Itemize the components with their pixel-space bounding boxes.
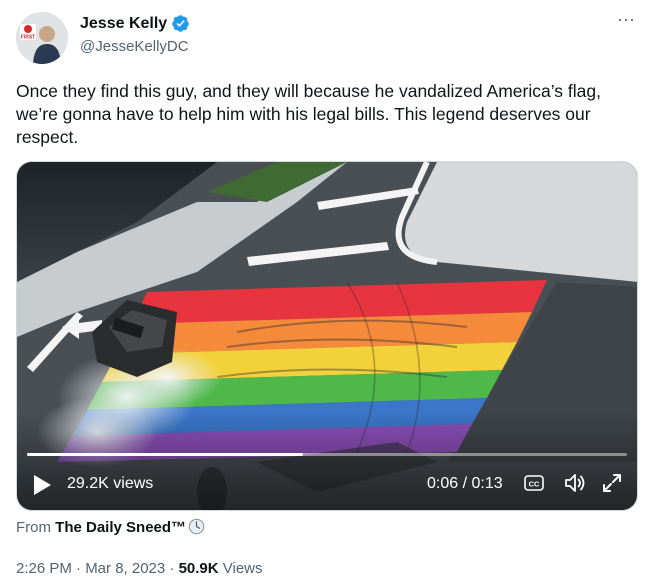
video-view-count: 29.2K views — [67, 475, 154, 492]
captions-label: CC — [529, 480, 540, 489]
more-dots-icon: ··· — [617, 9, 635, 29]
fullscreen-icon[interactable] — [601, 472, 623, 494]
author-handle[interactable]: @JesseKellyDC — [80, 38, 190, 55]
video-player[interactable]: 29.2K views 0:06 / 0:13 CC — [16, 161, 638, 511]
volume-icon[interactable] — [563, 472, 587, 494]
captions-icon[interactable]: CC — [524, 475, 544, 491]
source-prefix: From — [16, 519, 51, 536]
more-options-button[interactable]: ··· — [614, 9, 638, 36]
clock-icon — [188, 518, 205, 535]
author-names: Jesse Kelly @JesseKellyDC — [80, 14, 190, 55]
verified-badge-icon — [172, 15, 189, 32]
play-icon[interactable] — [31, 473, 53, 497]
tweet-view-count: 50.9K — [178, 560, 219, 577]
video-progress-fill — [27, 453, 303, 456]
avatar[interactable]: FIRST — [16, 12, 68, 64]
source-name[interactable]: The Daily Sneed™ — [55, 519, 186, 536]
tweet-text: Once they find this guy, and they will b… — [16, 81, 601, 147]
video-time: 0:06 / 0:13 — [427, 475, 503, 492]
video-progress-bar[interactable] — [27, 453, 627, 456]
video-frame — [17, 162, 637, 510]
display-name[interactable]: Jesse Kelly — [80, 15, 167, 33]
avatar-badge-text: FIRST — [21, 35, 35, 41]
tweet-meta: 2:26 PM · Mar 8, 2023 · 50.9K Views — [16, 560, 263, 577]
video-controls: 29.2K views 0:06 / 0:13 CC — [17, 460, 637, 510]
media-source: From The Daily Sneed™ — [16, 518, 205, 536]
tweet-header: FIRST Jesse Kelly @JesseKellyDC ··· — [16, 9, 638, 64]
tweet-views-label: Views — [218, 560, 263, 577]
tweet-timestamp[interactable]: 2:26 PM · Mar 8, 2023 · — [16, 560, 179, 577]
